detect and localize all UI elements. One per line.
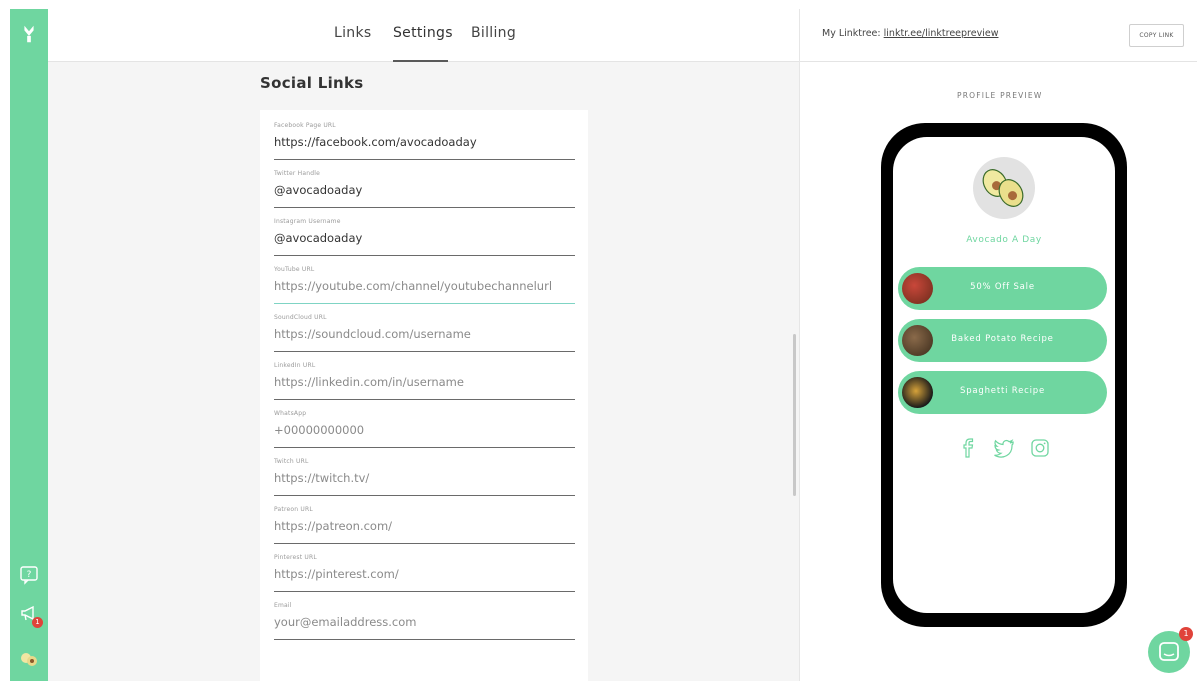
- section-title: Social Links: [260, 74, 364, 92]
- field-value[interactable]: https://facebook.com/avocadoaday: [274, 135, 477, 149]
- my-linktree-label: My Linktree:: [822, 28, 881, 39]
- preview-link-button[interactable]: 50% Off Sale: [898, 267, 1107, 310]
- preview-link-button[interactable]: Baked Potato Recipe: [898, 319, 1107, 362]
- tab-links[interactable]: Links: [334, 25, 371, 41]
- svg-text:?: ?: [27, 570, 32, 580]
- field-value[interactable]: @avocadoaday: [274, 183, 362, 197]
- profile-name: Avocado A Day: [966, 235, 1042, 245]
- twitter-icon[interactable]: [993, 437, 1015, 459]
- field-label: Email: [274, 602, 292, 609]
- field-label: Pinterest URL: [274, 554, 317, 561]
- main-scrollbar[interactable]: [793, 334, 796, 496]
- patreon-field[interactable]: Patreon URL https://patreon.com/: [274, 506, 575, 544]
- field-placeholder[interactable]: https://youtube.com/channel/youtubechann…: [274, 279, 552, 293]
- field-placeholder[interactable]: https://linkedin.com/in/username: [274, 375, 464, 389]
- whatsapp-field[interactable]: WhatsApp +00000000000: [274, 410, 575, 448]
- field-placeholder[interactable]: +00000000000: [274, 423, 364, 437]
- youtube-field[interactable]: YouTube URL https://youtube.com/channel/…: [274, 266, 575, 304]
- email-field[interactable]: Email your@emailaddress.com: [274, 602, 575, 640]
- linkedin-field[interactable]: LinkedIn URL https://linkedin.com/in/use…: [274, 362, 575, 400]
- soundcloud-field[interactable]: SoundCloud URL https://soundcloud.com/us…: [274, 314, 575, 352]
- field-label: Instagram Username: [274, 218, 341, 225]
- top-nav: Links Settings Billing: [48, 9, 799, 62]
- pinterest-field[interactable]: Pinterest URL https://pinterest.com/: [274, 554, 575, 592]
- twitter-field[interactable]: Twitter Handle @avocadoaday: [274, 170, 575, 208]
- field-label: YouTube URL: [274, 266, 315, 273]
- instagram-field[interactable]: Instagram Username @avocadoaday: [274, 218, 575, 256]
- field-placeholder[interactable]: https://soundcloud.com/username: [274, 327, 471, 341]
- my-linktree-link[interactable]: linktr.ee/linktreepreview: [884, 28, 999, 39]
- profile-avatar: [973, 157, 1035, 219]
- phone-frame: Avocado A Day 50% Off Sale Baked Potato …: [881, 123, 1127, 627]
- tab-billing[interactable]: Billing: [471, 25, 516, 41]
- my-linktree-line: My Linktree: linktr.ee/linktreepreview: [822, 28, 998, 39]
- field-label: SoundCloud URL: [274, 314, 327, 321]
- facebook-field[interactable]: Facebook Page URL https://facebook.com/a…: [274, 122, 575, 160]
- chat-badge: 1: [1179, 627, 1193, 641]
- top-strip: [0, 0, 1197, 9]
- twitch-field[interactable]: Twitch URL https://twitch.tv/: [274, 458, 575, 496]
- field-label: Twitch URL: [274, 458, 309, 465]
- field-value[interactable]: @avocadoaday: [274, 231, 362, 245]
- field-label: Twitter Handle: [274, 170, 320, 177]
- tab-settings[interactable]: Settings: [393, 25, 453, 41]
- field-placeholder[interactable]: https://pinterest.com/: [274, 567, 399, 581]
- left-rail: ? 1: [10, 9, 48, 681]
- field-placeholder[interactable]: https://patreon.com/: [274, 519, 392, 533]
- facebook-icon[interactable]: [957, 437, 979, 459]
- settings-main: Social Links Facebook Page URL https://f…: [48, 62, 799, 681]
- profile-preview-label: PROFILE PREVIEW: [957, 91, 1043, 100]
- chat-launcher-button[interactable]: 1: [1148, 627, 1193, 673]
- field-placeholder[interactable]: your@emailaddress.com: [274, 615, 416, 629]
- field-label: Patreon URL: [274, 506, 313, 513]
- field-label: WhatsApp: [274, 410, 307, 417]
- social-icons-row: [893, 437, 1115, 463]
- social-links-card: Facebook Page URL https://facebook.com/a…: [260, 110, 588, 681]
- linktree-logo-icon[interactable]: [18, 23, 40, 45]
- announce-badge: 1: [32, 617, 43, 628]
- field-label: Facebook Page URL: [274, 122, 336, 129]
- preview-link-button[interactable]: Spaghetti Recipe: [898, 371, 1107, 414]
- field-placeholder[interactable]: https://twitch.tv/: [274, 471, 369, 485]
- avocado-icon[interactable]: [19, 649, 39, 669]
- phone-screen: Avocado A Day 50% Off Sale Baked Potato …: [893, 137, 1115, 613]
- link-title: Spaghetti Recipe: [960, 386, 1045, 396]
- link-title: 50% Off Sale: [970, 282, 1035, 292]
- field-label: LinkedIn URL: [274, 362, 316, 369]
- link-title: Baked Potato Recipe: [951, 334, 1054, 344]
- instagram-icon[interactable]: [1029, 437, 1051, 459]
- copy-link-button[interactable]: COPY LINK: [1129, 24, 1184, 47]
- preview-panel: My Linktree: linktr.ee/linktreepreview C…: [799, 9, 1197, 681]
- help-icon[interactable]: ?: [19, 565, 39, 585]
- preview-header: My Linktree: linktr.ee/linktreepreview C…: [800, 9, 1197, 62]
